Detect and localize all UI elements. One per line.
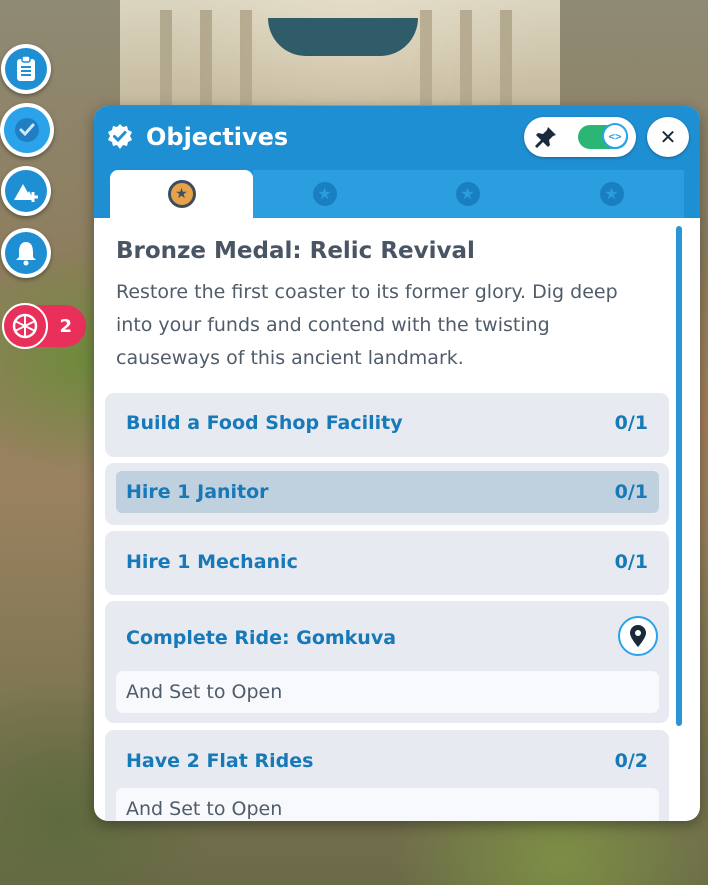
objective-count: 0/1: [614, 481, 648, 503]
map-pin-icon: [630, 625, 646, 647]
close-button[interactable]: ✕: [647, 117, 689, 157]
tab-platinum-medal[interactable]: ★: [539, 170, 684, 218]
objective-label: Build a Food Shop Facility: [126, 412, 403, 434]
terrain-add-icon: [14, 184, 38, 202]
locate-button[interactable]: [618, 616, 658, 656]
platinum-medal-icon: ★: [599, 182, 624, 206]
tab-gold-medal[interactable]: ★: [396, 170, 539, 218]
pin-toggle[interactable]: <>: [524, 117, 636, 157]
objective-label: Hire 1 Mechanic: [126, 551, 298, 573]
tab-bronze-medal[interactable]: ★: [110, 170, 253, 218]
medal-title: Bronze Medal: Relic Revival: [116, 238, 475, 264]
objective-count: 0/2: [614, 750, 648, 772]
objective-item[interactable]: Build a Food Shop Facility 0/1: [105, 393, 669, 457]
alerts-button[interactable]: 2: [0, 303, 86, 349]
close-icon: ✕: [659, 125, 677, 149]
pin-switch[interactable]: <>: [578, 123, 628, 149]
objective-count: 0/1: [614, 551, 648, 573]
objectives-button[interactable]: [0, 103, 54, 157]
objective-item[interactable]: Hire 1 Janitor 0/1: [105, 463, 669, 525]
temple-awning: [268, 18, 418, 56]
medal-description: Restore the first coaster to its former …: [116, 281, 618, 369]
terrain-button[interactable]: [1, 166, 51, 216]
bell-icon: [16, 242, 36, 266]
panel-title: Objectives: [146, 123, 289, 151]
alert-wheel-icon: [12, 313, 38, 339]
objective-sub-condition: And Set to Open: [116, 671, 659, 713]
toggle-code-icon: <>: [602, 123, 628, 149]
bronze-medal-icon: ★: [167, 180, 196, 208]
scrollbar[interactable]: [676, 226, 682, 726]
alert-count: 2: [59, 315, 72, 337]
panel-content: Bronze Medal: Relic Revival Restore the …: [94, 218, 700, 821]
objective-item[interactable]: Hire 1 Mechanic 0/1: [105, 531, 669, 595]
silver-medal-icon: ★: [312, 182, 337, 206]
objective-count: 0/1: [614, 412, 648, 434]
objective-sub-condition: And Set to Open: [116, 788, 659, 821]
tab-silver-medal[interactable]: ★: [253, 170, 396, 218]
objective-item[interactable]: Have 2 Flat Rides 0/2 And Set to Open: [105, 730, 669, 821]
objective-label: Complete Ride: Gomkuva: [126, 627, 397, 649]
objectives-panel: Objectives <> ✕ ★ ★ ★ ★ Bronze Medal: Re…: [94, 106, 700, 821]
objective-label: Have 2 Flat Rides: [126, 750, 314, 772]
medal-tabs: ★ ★ ★ ★: [110, 170, 684, 218]
objectives-check-icon: [108, 124, 132, 149]
objectives-check-icon: [15, 118, 39, 142]
objective-label: Hire 1 Janitor: [126, 481, 269, 503]
notifications-button[interactable]: [1, 228, 51, 278]
panel-header: Objectives <> ✕ ★ ★ ★ ★: [94, 106, 700, 218]
gold-medal-icon: ★: [455, 182, 480, 206]
clipboard-button[interactable]: [1, 44, 51, 94]
objective-item[interactable]: Complete Ride: Gomkuva And Set to Open: [105, 601, 669, 723]
pin-icon: [535, 127, 556, 148]
clipboard-icon: [17, 56, 35, 81]
